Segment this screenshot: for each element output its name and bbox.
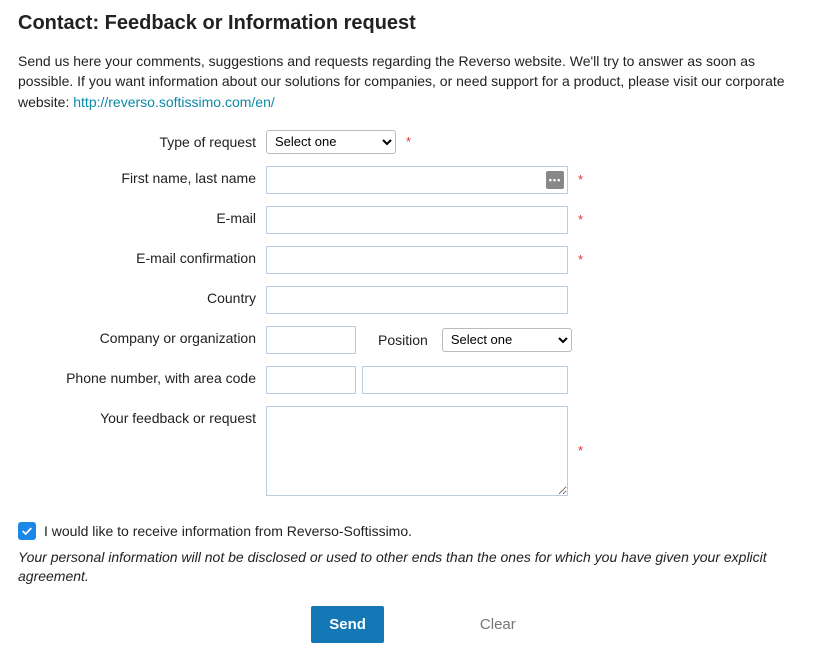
required-asterisk: * <box>578 212 583 227</box>
position-select[interactable]: Select one <box>442 328 572 352</box>
label-name: First name, last name <box>18 166 266 186</box>
page-title: Contact: Feedback or Information request <box>18 12 809 35</box>
intro-paragraph: Send us here your comments, suggestions … <box>18 51 809 112</box>
label-company: Company or organization <box>18 326 266 346</box>
email-confirm-input[interactable] <box>266 246 568 274</box>
label-position: Position <box>378 332 428 348</box>
required-asterisk: * <box>578 252 583 267</box>
send-button[interactable]: Send <box>311 606 384 643</box>
disclaimer-text: Your personal information will not be di… <box>18 548 809 586</box>
clear-button[interactable]: Clear <box>480 616 516 633</box>
country-input[interactable] <box>266 286 568 314</box>
label-feedback: Your feedback or request <box>18 406 266 426</box>
feedback-textarea[interactable] <box>266 406 568 496</box>
label-email-confirm: E-mail confirmation <box>18 246 266 266</box>
label-type: Type of request <box>18 130 266 150</box>
check-icon <box>21 525 33 537</box>
required-asterisk: * <box>578 443 583 458</box>
required-asterisk: * <box>406 134 411 149</box>
type-of-request-select[interactable]: Select one <box>266 130 396 154</box>
required-asterisk: * <box>578 172 583 187</box>
label-email: E-mail <box>18 206 266 226</box>
phone-number-input[interactable] <box>362 366 568 394</box>
consent-label: I would like to receive information from… <box>44 523 412 539</box>
name-input[interactable] <box>266 166 568 194</box>
phone-code-input[interactable] <box>266 366 356 394</box>
autofill-icon[interactable]: ••• <box>546 171 564 189</box>
email-input[interactable] <box>266 206 568 234</box>
company-input[interactable] <box>266 326 356 354</box>
label-phone: Phone number, with area code <box>18 366 266 386</box>
consent-checkbox[interactable] <box>18 522 36 540</box>
label-country: Country <box>18 286 266 306</box>
corporate-link[interactable]: http://reverso.softissimo.com/en/ <box>73 94 275 110</box>
